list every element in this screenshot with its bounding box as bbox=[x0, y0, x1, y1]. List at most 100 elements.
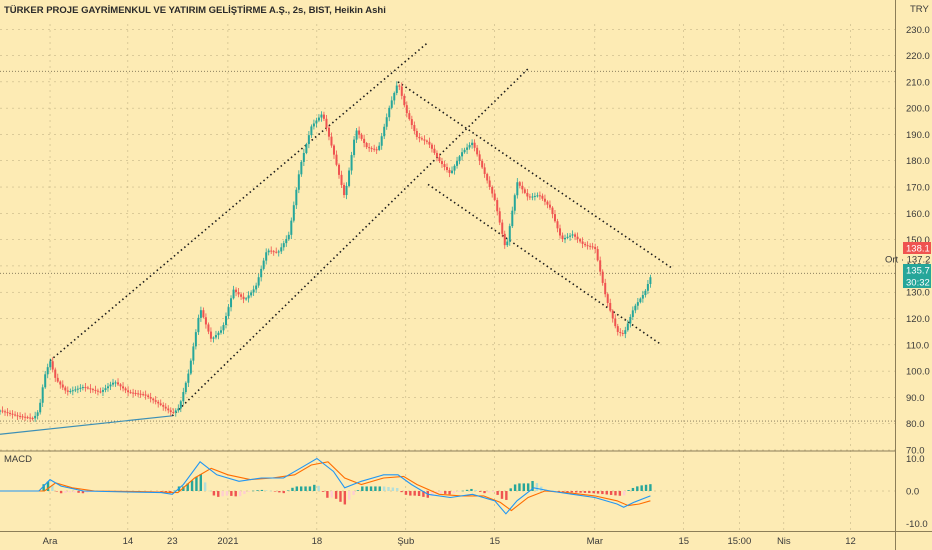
candle-body bbox=[415, 130, 418, 137]
candle-body bbox=[154, 400, 157, 402]
candle-body bbox=[619, 331, 622, 333]
macd-histogram-bar bbox=[203, 482, 207, 491]
candle-body bbox=[513, 195, 516, 211]
candle-body bbox=[385, 117, 388, 127]
price-tick-label: 170.0 bbox=[906, 183, 930, 194]
macd-histogram-bar bbox=[474, 490, 477, 491]
price-tick-label: 110.0 bbox=[906, 340, 929, 351]
candle-body bbox=[350, 155, 353, 171]
candle-body bbox=[611, 310, 614, 319]
candle-body bbox=[51, 361, 54, 370]
macd-histogram-bar bbox=[382, 486, 386, 491]
candle-body bbox=[157, 401, 160, 404]
macd-histogram-bar bbox=[278, 491, 281, 493]
candle-body bbox=[496, 200, 499, 212]
candle-body bbox=[443, 164, 446, 168]
candle-body bbox=[76, 388, 79, 390]
time-tick-label: 23 bbox=[167, 536, 178, 547]
candle-body bbox=[641, 295, 644, 299]
macd-histogram-bar bbox=[461, 490, 464, 492]
macd-histogram-bar bbox=[199, 474, 202, 491]
macd-histogram-bar bbox=[334, 491, 338, 499]
candle-body bbox=[179, 401, 182, 409]
price-tag-label: 30:32 bbox=[906, 278, 930, 289]
candle-body bbox=[199, 310, 202, 318]
candle-body bbox=[197, 317, 200, 333]
macd-histogram-bar bbox=[265, 490, 268, 491]
macd-histogram-bar bbox=[387, 487, 390, 491]
price-tick-label: 120.0 bbox=[906, 314, 930, 325]
macd-histogram-bar bbox=[623, 491, 626, 496]
candle-body bbox=[360, 134, 363, 139]
candle-body bbox=[511, 210, 514, 227]
candle-body bbox=[363, 138, 366, 144]
candle-body bbox=[541, 195, 544, 199]
candle-body bbox=[295, 189, 298, 206]
candle-body bbox=[267, 250, 270, 253]
candle-body bbox=[119, 384, 122, 387]
time-tick-label: Ara bbox=[43, 536, 59, 547]
macd-histogram-bar bbox=[448, 491, 451, 495]
candle-body bbox=[546, 201, 549, 205]
candle-body bbox=[428, 141, 431, 145]
candle-body bbox=[626, 323, 629, 331]
candle-body bbox=[601, 271, 604, 283]
price-tick-label: 80.0 bbox=[906, 419, 925, 430]
candle-body bbox=[307, 135, 310, 145]
candle-body bbox=[365, 143, 368, 148]
candle-body bbox=[11, 413, 14, 415]
macd-histogram-bar bbox=[190, 480, 194, 491]
macd-histogram-bar bbox=[452, 491, 456, 494]
candle-body bbox=[332, 145, 335, 155]
candle-body bbox=[174, 410, 177, 413]
candle-body bbox=[644, 290, 647, 296]
candle-body bbox=[16, 415, 19, 417]
candle-body bbox=[383, 126, 386, 137]
candle-body bbox=[21, 416, 24, 418]
candle-body bbox=[506, 241, 509, 246]
candle-body bbox=[24, 416, 27, 418]
candle-body bbox=[599, 260, 602, 272]
candle-body bbox=[54, 369, 57, 378]
candle-body bbox=[149, 397, 152, 399]
candle-body bbox=[523, 189, 526, 193]
candle-body bbox=[235, 289, 238, 293]
price-tag-label: 135.7 bbox=[906, 266, 930, 277]
macd-histogram-bar bbox=[500, 491, 504, 499]
macd-histogram-bar bbox=[195, 476, 198, 491]
macd-histogram-bar bbox=[483, 491, 486, 494]
candle-body bbox=[433, 148, 436, 153]
candle-body bbox=[423, 139, 426, 141]
candle-body bbox=[591, 246, 594, 248]
candle-body bbox=[129, 392, 132, 394]
macd-histogram-bar bbox=[256, 490, 259, 491]
candle-body bbox=[36, 412, 39, 416]
macd-histogram-bar bbox=[561, 491, 565, 492]
candle-body bbox=[521, 185, 524, 190]
time-tick-label: 15 bbox=[678, 536, 689, 547]
candle-body bbox=[14, 414, 17, 416]
candle-body bbox=[621, 332, 624, 334]
candle-body bbox=[137, 393, 140, 395]
candle-body bbox=[481, 160, 484, 168]
macd-tick-label: -10.0 bbox=[906, 519, 928, 530]
currency-label: TRY bbox=[910, 4, 929, 15]
macd-histogram-bar bbox=[470, 488, 473, 491]
candle-body bbox=[227, 307, 230, 317]
candle-body bbox=[634, 305, 637, 311]
macd-histogram-bar bbox=[513, 484, 517, 491]
candle-body bbox=[348, 170, 351, 186]
candle-body bbox=[184, 382, 187, 393]
candle-body bbox=[84, 387, 87, 389]
candle-body bbox=[240, 294, 243, 297]
price-tick-label: 100.0 bbox=[906, 367, 930, 378]
candle-body bbox=[1, 410, 4, 412]
price-chart[interactable]: 230.0220.0210.0200.0190.0180.0170.0160.0… bbox=[0, 0, 932, 550]
macd-histogram-bar bbox=[234, 491, 237, 497]
candle-body bbox=[242, 296, 245, 300]
macd-histogram-bar bbox=[579, 491, 582, 493]
macd-histogram-bar bbox=[225, 491, 229, 496]
chart-title: TÜRKER PROJE GAYRİMENKUL VE YATIRIM GELİ… bbox=[4, 5, 386, 16]
candle-body bbox=[649, 277, 652, 285]
candle-body bbox=[358, 130, 361, 135]
